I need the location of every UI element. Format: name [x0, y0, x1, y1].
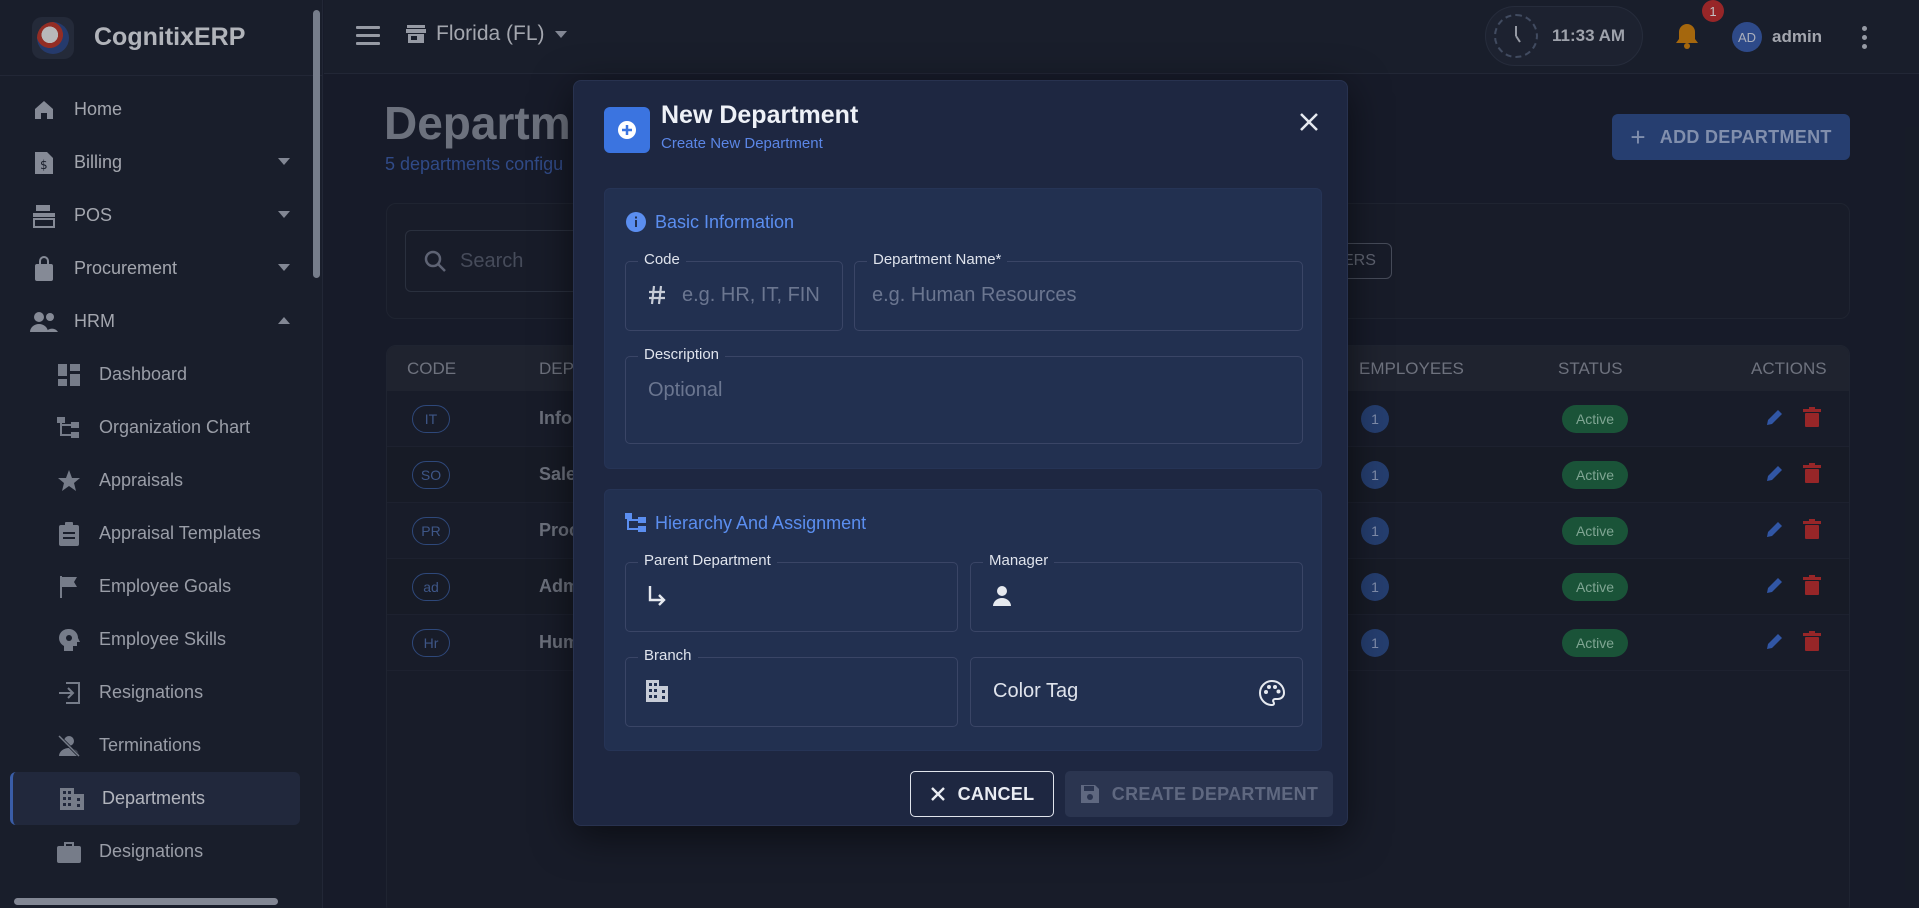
dialog-title: New Department [661, 101, 859, 129]
dialog-subtitle: Create New Department [661, 135, 823, 152]
code-placeholder: e.g. HR, IT, FIN [682, 284, 820, 306]
new-department-dialog: New Department Create New Department Bas… [573, 80, 1348, 826]
field-label: Manager [983, 552, 1055, 569]
org-chart-icon [625, 512, 647, 534]
building-icon [646, 680, 668, 702]
section-title: Basic Information [625, 211, 794, 233]
close-icon[interactable] [1294, 107, 1324, 137]
field-label: Description [638, 346, 726, 363]
field-label: Parent Department [638, 552, 777, 569]
subdirectory-arrow-icon [646, 585, 668, 607]
branch-select[interactable]: Branch [625, 647, 958, 727]
code-field[interactable]: Code e.g. HR, IT, FIN [625, 251, 843, 331]
basic-information-section: Basic Information Code e.g. HR, IT, FIN … [604, 188, 1322, 469]
cancel-label: CANCEL [957, 783, 1035, 804]
description-placeholder: Optional [648, 379, 723, 401]
field-label: Code [638, 251, 686, 268]
create-department-button[interactable]: CREATE DEPARTMENT [1065, 771, 1333, 817]
person-icon [991, 585, 1013, 607]
manager-select[interactable]: Manager [970, 552, 1303, 632]
department-name-field[interactable]: Department Name* e.g. Human Resources [854, 251, 1303, 331]
section-title-label: Basic Information [655, 211, 795, 232]
add-circle-icon [604, 107, 650, 153]
color-tag-picker[interactable]: Color Tag [970, 657, 1303, 727]
save-icon [1080, 785, 1099, 803]
cancel-button[interactable]: CANCEL [910, 771, 1054, 817]
field-label: Department Name* [867, 251, 1008, 268]
description-field[interactable]: Description Optional [625, 346, 1303, 444]
hash-icon [646, 284, 668, 306]
section-title-label: Hierarchy And Assignment [655, 512, 867, 533]
close-icon [930, 787, 945, 801]
field-label: Branch [638, 647, 698, 664]
parent-department-select[interactable]: Parent Department [625, 552, 958, 632]
department-name-placeholder: e.g. Human Resources [872, 284, 1077, 306]
palette-icon [1259, 679, 1286, 711]
info-icon [625, 211, 647, 233]
hierarchy-assignment-section: Hierarchy And Assignment Parent Departme… [604, 489, 1322, 751]
section-title: Hierarchy And Assignment [625, 512, 866, 534]
color-tag-label: Color Tag [993, 680, 1079, 702]
create-department-label: CREATE DEPARTMENT [1111, 783, 1319, 804]
